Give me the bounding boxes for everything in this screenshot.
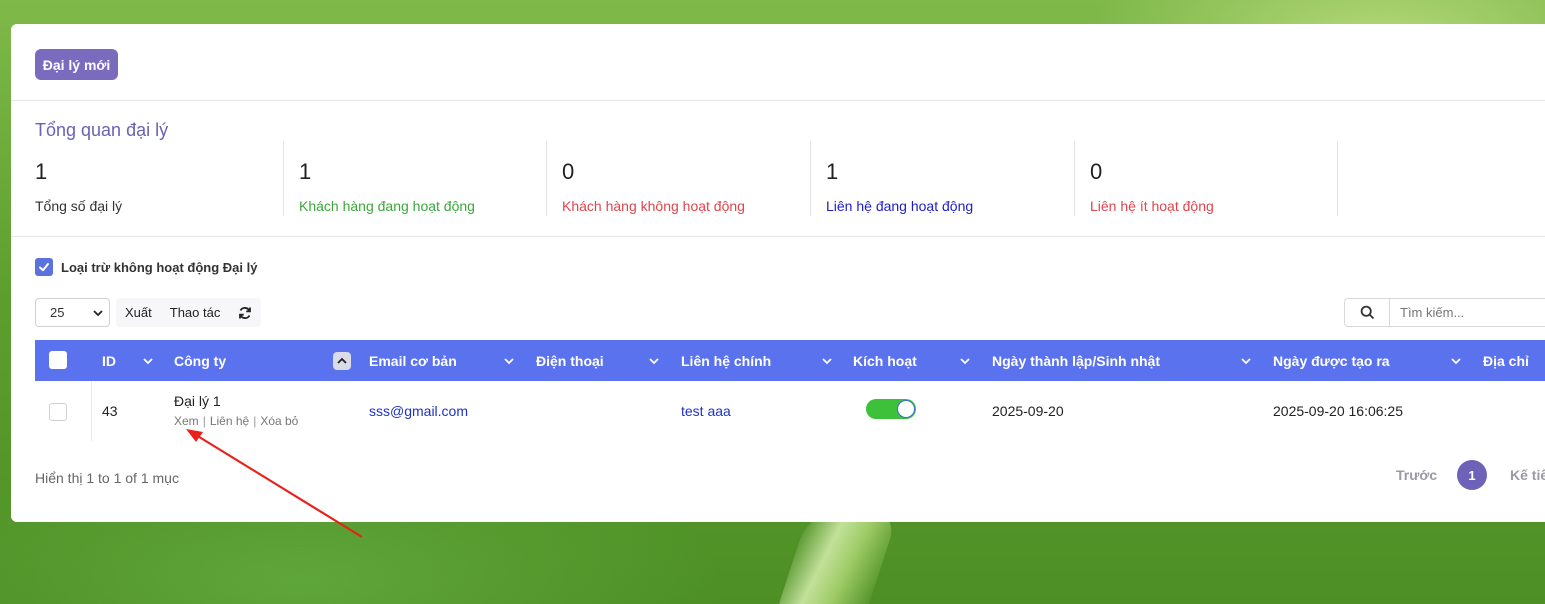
divider (11, 100, 1545, 101)
stat-divider (283, 141, 284, 216)
stat-value: 1 (826, 159, 839, 184)
chevron-down-icon[interactable] (821, 340, 833, 381)
agents-panel: Đại lý mới Tổng quan đại lý 1 Tổng số đạ… (11, 24, 1545, 522)
cell-founded: 2025-09-20 (992, 403, 1064, 419)
search-input[interactable] (1390, 299, 1545, 326)
stat-divider (1074, 141, 1075, 216)
next-page-button[interactable]: Kế tiếp (1510, 467, 1545, 483)
stat-divider (546, 141, 547, 216)
chevron-down-icon[interactable] (1450, 340, 1462, 381)
column-header-id[interactable]: ID (102, 340, 116, 381)
column-header-phone[interactable]: Điện thoại (536, 340, 604, 381)
separator: | (202, 414, 206, 428)
page-size-value: 25 (50, 305, 65, 320)
new-agent-button[interactable]: Đại lý mới (35, 49, 118, 80)
stat-label: Liên hệ đang hoạt động (826, 198, 974, 214)
reload-button[interactable] (229, 298, 261, 327)
actions-button[interactable]: Thao tác (161, 298, 230, 327)
column-header-primary-contact[interactable]: Liên hệ chính (681, 340, 771, 381)
search-button[interactable] (1345, 299, 1390, 326)
table-header: ID Công ty Email cơ bản Điện thoại Liên … (35, 340, 1545, 381)
contact-link[interactable]: Liên hệ (210, 414, 249, 428)
sort-ascending-icon[interactable] (333, 352, 351, 370)
chevron-down-icon (93, 310, 103, 317)
exclude-inactive-filter[interactable]: Loại trừ không hoạt động Đại lý (35, 258, 257, 276)
check-icon (39, 263, 49, 272)
column-header-created[interactable]: Ngày được tạo ra (1273, 340, 1390, 381)
row-checkbox[interactable] (49, 403, 67, 421)
export-button[interactable]: Xuất (116, 298, 161, 327)
cell-created: 2025-09-20 16:06:25 (1273, 403, 1403, 419)
column-header-address[interactable]: Địa chỉ (1483, 340, 1529, 381)
toggle-knob (897, 400, 915, 418)
stat-value: 1 (299, 159, 312, 184)
chevron-down-icon[interactable] (648, 340, 660, 381)
cell-id: 43 (102, 403, 118, 419)
select-all-checkbox[interactable] (49, 351, 67, 369)
page-1-button[interactable]: 1 (1457, 460, 1487, 490)
stat-divider (810, 141, 811, 216)
column-header-email[interactable]: Email cơ bản (369, 340, 457, 381)
stat-label: Tổng số đại lý (35, 198, 123, 214)
page-size-select[interactable]: 25 (35, 298, 110, 327)
separator: | (253, 414, 257, 428)
cell-email-link[interactable]: sss@gmail.com (369, 403, 468, 419)
search-icon (1360, 305, 1374, 320)
chevron-down-icon[interactable] (142, 340, 154, 381)
exclude-inactive-checkbox[interactable] (35, 258, 53, 276)
overview-title: Tổng quan đại lý (35, 120, 169, 140)
stat-value: 0 (562, 159, 575, 184)
cell-company: Đại lý 1 (174, 393, 221, 409)
stat-label: Liên hệ ít hoạt động (1090, 198, 1214, 214)
pagination-info: Hiển thị 1 to 1 of 1 mục (35, 470, 179, 486)
row-actions: Xem | Liên hệ | Xóa bỏ (174, 414, 298, 428)
stat-divider (1337, 141, 1338, 216)
chevron-down-icon[interactable] (503, 340, 515, 381)
stat-label: Khách hàng không hoạt động (562, 198, 745, 214)
chevron-down-icon[interactable] (1240, 340, 1252, 381)
stat-label: Khách hàng đang hoạt động (299, 198, 475, 214)
cell-primary-contact-link[interactable]: test aaa (681, 403, 731, 419)
search-box (1344, 298, 1545, 327)
previous-page-button[interactable]: Trước (1396, 467, 1437, 483)
column-header-active[interactable]: Kích hoạt (853, 340, 917, 381)
table-row: 43 Đại lý 1 Xem | Liên hệ | Xóa bỏ sss@gmail… (35, 381, 1545, 441)
table-tools: Xuất Thao tác (116, 298, 262, 327)
delete-link[interactable]: Xóa bỏ (260, 414, 298, 428)
active-toggle[interactable] (866, 399, 916, 419)
exclude-inactive-label: Loại trừ không hoạt động Đại lý (61, 259, 258, 275)
view-link[interactable]: Xem (174, 414, 199, 428)
background-plant-stem (770, 510, 900, 604)
refresh-icon (239, 306, 252, 319)
stat-value: 0 (1090, 159, 1103, 184)
chevron-down-icon[interactable] (959, 340, 971, 381)
column-header-founded[interactable]: Ngày thành lập/Sinh nhật (992, 340, 1160, 381)
stat-value: 1 (35, 159, 48, 184)
divider (11, 236, 1545, 237)
column-header-company[interactable]: Công ty (174, 340, 226, 381)
divider (91, 381, 92, 441)
